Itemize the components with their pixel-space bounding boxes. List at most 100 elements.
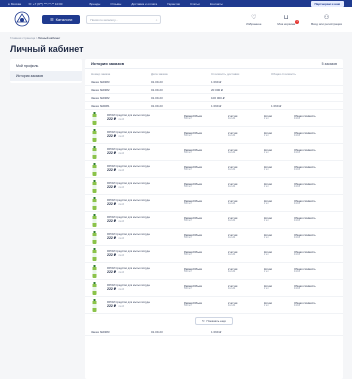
- top-nav-link[interactable]: Статьи: [190, 2, 200, 6]
- product-total: Общая стоимость 444 ₽: [294, 166, 343, 173]
- count-val: 2 шт: [264, 237, 269, 239]
- chevron-down-icon[interactable]: ⌄: [333, 96, 343, 100]
- phone-number[interactable]: ☏ +7 (9**) ***-**-** 10:00: [28, 2, 62, 6]
- top-nav-link[interactable]: Доставка и оплата: [131, 2, 157, 6]
- product-price: 222 ₽290 ₽: [107, 202, 184, 207]
- qty-val: Кол-во: [228, 288, 236, 290]
- show-more-button[interactable]: ↻ Показать ещё: [195, 317, 233, 325]
- top-nav-link[interactable]: Контакты: [210, 2, 223, 6]
- product-name[interactable]: ФРОМ Средство для мытья посуды 222 ₽290 ₽: [107, 131, 184, 138]
- order-product-row[interactable]: ФРОМ Средство для мытья посуды 222 ₽290 ₽…: [85, 161, 343, 178]
- order-product-row[interactable]: ФРОМ Средство для мытья посуды 222 ₽290 ₽…: [85, 246, 343, 263]
- price-value: 222 ₽: [107, 218, 117, 223]
- product-name[interactable]: ФРОМ Средство для мытья посуды 222 ₽290 ₽: [107, 182, 184, 189]
- product-name[interactable]: ФРОМ Средство для мытья посуды 222 ₽290 ₽: [107, 284, 184, 291]
- order-product-row[interactable]: ФРОМ Средство для мытья посуды 222 ₽290 ₽…: [85, 263, 343, 280]
- size-val: 500 мл: [184, 305, 192, 307]
- count-val: 2 шт: [264, 288, 269, 290]
- product-price: 222 ₽290 ₽: [107, 218, 184, 224]
- total-val: 444 ₽: [294, 271, 300, 273]
- product-image[interactable]: [91, 298, 98, 312]
- product-name[interactable]: ФРОМ Средство для мытья посуды 222 ₽290 ₽: [107, 233, 184, 240]
- product-image[interactable]: [91, 247, 98, 261]
- product-total: Общая стоимость 444 ₽: [294, 234, 343, 241]
- search-input[interactable]: Поиск по каталогу... ⌕: [86, 15, 162, 24]
- product-total: Общая стоимость 444 ₽: [294, 132, 343, 139]
- count-val: 2 шт: [264, 271, 269, 273]
- partner-button[interactable]: Партнерам и нам: [310, 0, 344, 7]
- product-name[interactable]: ФРОМ Средство для мытья посуды 222 ₽290 ₽: [107, 267, 184, 274]
- product-qty: 2 штуки Кол-во: [228, 217, 264, 224]
- qty-val: Кол-во: [228, 220, 236, 222]
- total-val: 444 ₽: [294, 152, 300, 154]
- order-row[interactable]: Заказ №9382 01.09.23 20 000 ₽ ⌄: [85, 86, 343, 94]
- product-name[interactable]: ФРОМ Средство для мытья посуды 222 ₽290 ₽: [107, 114, 184, 121]
- product-image[interactable]: [91, 230, 98, 244]
- product-image[interactable]: [91, 196, 98, 210]
- product-name[interactable]: ФРОМ Средство для мытья посуды 222 ₽290 ₽: [107, 165, 184, 172]
- qty-val: Кол-во: [228, 237, 236, 239]
- phone-icon: ☏: [28, 1, 32, 6]
- order-delivery: 100 000 ₽: [211, 95, 225, 100]
- product-name[interactable]: ФРОМ Средство для мытья посуды 222 ₽290 ₽: [107, 216, 184, 223]
- qty-val: Кол-во: [228, 203, 236, 205]
- product-image[interactable]: [91, 281, 98, 295]
- order-product-row[interactable]: ФРОМ Средство для мытья посуды 222 ₽290 ₽…: [85, 280, 343, 297]
- city-selector[interactable]: ● Москва: [8, 2, 21, 6]
- product-name[interactable]: ФРОМ Средство для мытья посуды 222 ₽290 ₽: [107, 199, 184, 206]
- order-row[interactable]: Заказ №9383 01.09.23 1 099 ₽ ⌄: [85, 328, 343, 336]
- account-button[interactable]: ⚇ Вход или регистрация: [311, 14, 342, 26]
- product-count: Кол-во 2 шт: [264, 302, 294, 309]
- product-image[interactable]: [91, 179, 98, 193]
- product-name[interactable]: ФРОМ Средство для мытья посуды 222 ₽290 ₽: [107, 148, 184, 155]
- chevron-up-icon[interactable]: ⌃: [333, 104, 343, 108]
- order-product-row[interactable]: ФРОМ Средство для мытья посуды 222 ₽290 ₽…: [85, 144, 343, 161]
- product-count: Кол-во 2 шт: [264, 234, 294, 241]
- price-value: 222 ₽: [107, 269, 117, 274]
- sidebar-item-profile[interactable]: Мой профиль: [10, 61, 82, 71]
- order-row[interactable]: Заказ №9383 01.09.23 1 099 ₽ ⌄: [85, 78, 343, 86]
- total-val: 444 ₽: [294, 118, 300, 120]
- product-image[interactable]: [91, 162, 98, 176]
- price-value: 222 ₽: [107, 286, 117, 291]
- count-val: 2 шт: [264, 254, 269, 256]
- breadcrumb-home[interactable]: Главная страница: [10, 36, 35, 40]
- total-val: 444 ₽: [294, 237, 300, 239]
- order-product-row[interactable]: ФРОМ Средство для мытья посуды 222 ₽290 ₽…: [85, 229, 343, 246]
- chevron-down-icon[interactable]: ⌄: [333, 80, 343, 84]
- product-image[interactable]: [91, 111, 98, 125]
- favorites-button[interactable]: ♡ Избранное: [246, 14, 261, 26]
- order-product-row[interactable]: ФРОМ Средство для мытья посуды 222 ₽290 ₽…: [85, 195, 343, 212]
- total-val: 444 ₽: [294, 203, 300, 205]
- price-value: 222 ₽: [107, 303, 117, 308]
- size-val: 500 мл: [184, 169, 192, 171]
- catalog-button[interactable]: ☰ Каталоги: [42, 15, 81, 24]
- old-price: 290 ₽: [118, 118, 124, 121]
- product-name[interactable]: ФРОМ Средство для мытья посуды 222 ₽290 ₽: [107, 301, 184, 308]
- chevron-down-icon[interactable]: ⌄: [333, 88, 343, 92]
- cart-button[interactable]: ⊔ Моя корзина 3: [277, 14, 300, 26]
- order-row[interactable]: Заказ №9382 01.09.23 100 000 ₽ ⌄: [85, 94, 343, 102]
- order-product-row[interactable]: ФРОМ Средство для мытья посуды 222 ₽290 ₽…: [85, 178, 343, 195]
- product-image[interactable]: [91, 145, 98, 159]
- sidebar-item-order-history[interactable]: История заказов: [10, 71, 82, 81]
- old-price: 290 ₽: [118, 135, 124, 138]
- order-product-row[interactable]: ФРОМ Средство для мытья посуды 222 ₽290 ₽…: [85, 127, 343, 144]
- product-name[interactable]: ФРОМ Средство для мытья посуды 222 ₽290 ₽: [107, 250, 184, 257]
- top-nav: Бренды Отзывы Доставка и оплата Гарантии Ста…: [89, 2, 222, 6]
- top-nav-link[interactable]: Бренды: [89, 2, 100, 6]
- order-product-row[interactable]: ФРОМ Средство для мытья посуды 222 ₽290 ₽…: [85, 297, 343, 314]
- product-image[interactable]: [91, 128, 98, 142]
- cart-icon: ⊔: [283, 14, 289, 21]
- price-value: 222 ₽: [107, 133, 117, 138]
- chevron-down-icon[interactable]: ⌄: [333, 330, 343, 334]
- order-product-row[interactable]: ФРОМ Средство для мытья посуды 222 ₽290 ₽…: [85, 110, 343, 127]
- order-product-row[interactable]: ФРОМ Средство для мытья посуды 222 ₽290 ₽…: [85, 212, 343, 229]
- logo[interactable]: [10, 11, 34, 29]
- order-row[interactable]: Заказ №9081 01.09.23 1 099 ₽ 1 069 ₽ ⌃: [85, 102, 343, 110]
- product-total: Общая стоимость 444 ₽: [294, 115, 343, 122]
- product-image[interactable]: [91, 264, 98, 278]
- top-nav-link[interactable]: Гарантии: [167, 2, 180, 6]
- top-nav-link[interactable]: Отзывы: [110, 2, 121, 6]
- product-image[interactable]: [91, 213, 98, 227]
